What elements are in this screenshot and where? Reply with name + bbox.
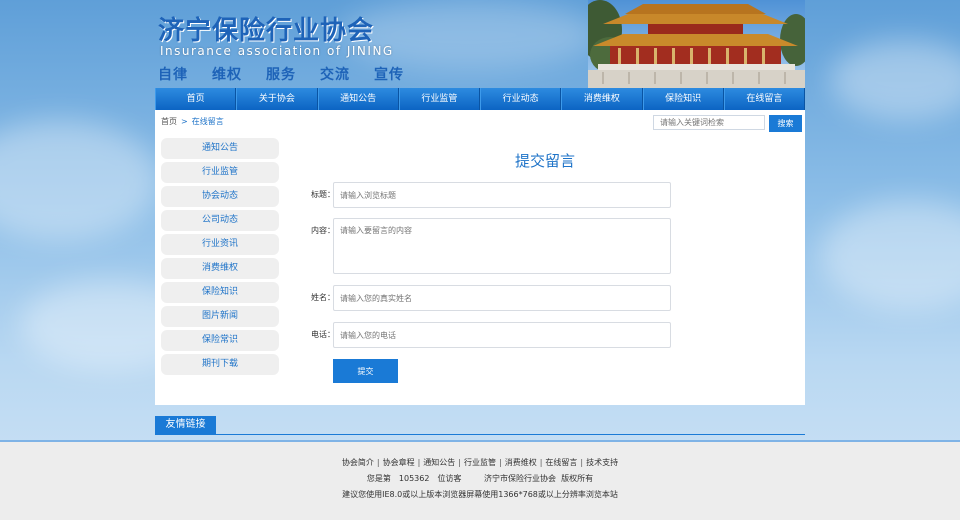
phone-label: 电话： (311, 330, 335, 339)
sidebar-item-notices[interactable]: 通知公告 (161, 138, 279, 159)
friendly-links-tab: 友情链接 (155, 416, 216, 434)
background-cloud (820, 200, 960, 310)
visitor-suffix: 位访客 (437, 474, 462, 483)
name-label: 姓名： (311, 293, 335, 302)
search-input[interactable] (653, 115, 765, 130)
footer-link-separator: | (539, 458, 543, 467)
footer-link-separator: | (376, 458, 380, 467)
content-field[interactable] (333, 218, 671, 274)
copyright: 济宁市保险行业协会 版权所有 (484, 474, 594, 483)
sidebar-item-consumer-rights[interactable]: 消费维权 (161, 258, 279, 279)
motto-item: 交流 (320, 67, 350, 83)
footer-link-charter[interactable]: 协会章程 (383, 458, 415, 467)
sidebar-item-company-news[interactable]: 公司动态 (161, 210, 279, 231)
nav-item-online-message[interactable]: 在线留言 (723, 88, 805, 110)
phone-field[interactable] (333, 322, 671, 348)
friendly-links-divider (155, 434, 805, 435)
title-field[interactable] (333, 182, 671, 208)
form-title: 提交留言 (514, 152, 575, 170)
breadcrumb-home-link[interactable]: 首页 (161, 116, 177, 127)
title-label: 标题： (311, 190, 335, 199)
footer-link-supervision[interactable]: 行业监管 (464, 458, 496, 467)
sidebar-item-journal-download[interactable]: 期刊下载 (161, 354, 279, 375)
footer-link-separator: | (458, 458, 461, 467)
sidebar: 通知公告 行业监管 协会动态 公司动态 行业资讯 消费维权 保险知识 图片新闻 … (161, 138, 279, 378)
background-cloud (0, 120, 160, 240)
footer-links: 协会简介 | 协会章程 | 通知公告 | 行业监管 | 消费维权 | 在线留言 | 技术支持 (0, 457, 960, 468)
content-label: 内容： (311, 226, 335, 235)
name-field[interactable] (333, 285, 671, 311)
background-cloud (340, 0, 600, 70)
sidebar-item-insurance-basics[interactable]: 保险常识 (161, 330, 279, 351)
sidebar-item-supervision[interactable]: 行业监管 (161, 162, 279, 183)
visitor-count: 105362 (398, 474, 430, 483)
sidebar-item-insurance-knowledge[interactable]: 保险知识 (161, 282, 279, 303)
sidebar-item-industry-info[interactable]: 行业资讯 (161, 234, 279, 255)
site-subtitle: Insurance association of JINING (160, 44, 394, 58)
content-panel: 首页 > 在线留言 搜索 通知公告 行业监管 协会动态 公司动态 行业资讯 消费… (155, 110, 805, 405)
footer-link-separator: | (417, 458, 421, 467)
nav-item-consumer-rights[interactable]: 消费维权 (561, 88, 643, 110)
footer-link-online-message[interactable]: 在线留言 (545, 458, 577, 467)
submit-button[interactable]: 提交 (333, 359, 398, 383)
breadcrumb-current: 在线留言 (191, 117, 224, 126)
footer-link-intro[interactable]: 协会简介 (342, 458, 374, 467)
search-button[interactable]: 搜索 (769, 115, 802, 132)
motto-item: 服务 (266, 67, 296, 83)
site-title: 济宁保险行业协会 (158, 16, 375, 46)
footer-link-consumer-rights[interactable]: 消费维权 (505, 458, 537, 467)
footer-link-separator: | (580, 458, 584, 467)
motto-item: 宣传 (374, 67, 404, 83)
sidebar-item-association-news[interactable]: 协会动态 (161, 186, 279, 207)
temple-banner-image (588, 0, 805, 88)
footer-stats: 您是第 105362 位访客 济宁市保险行业协会 版权所有 (0, 473, 960, 484)
nav-item-insurance-knowledge[interactable]: 保险知识 (642, 88, 724, 110)
footer-link-separator: | (499, 458, 502, 467)
browser-note: 建议您使用IE8.0或以上版本浏览器屏幕使用1366*768或以上分辨率浏览本站 (342, 490, 618, 499)
nav-item-about[interactable]: 关于协会 (236, 88, 318, 110)
footer: 协会简介 | 协会章程 | 通知公告 | 行业监管 | 消费维权 | 在线留言 | 技术支持 您是第 10… (0, 440, 960, 520)
background-cloud (830, 40, 960, 120)
motto-item: 自律 (158, 67, 188, 83)
breadcrumb: 首页 > 在线留言 (161, 116, 224, 127)
motto-item: 维权 (212, 67, 242, 83)
main-nav: 首页 关于协会 通知公告 行业监管 行业动态 消费维权 保险知识 在线留言 (155, 88, 805, 110)
nav-item-home[interactable]: 首页 (155, 88, 237, 110)
nav-item-notices[interactable]: 通知公告 (317, 88, 399, 110)
visitor-prefix: 您是第 (366, 474, 391, 483)
nav-item-news[interactable]: 行业动态 (480, 88, 562, 110)
sidebar-item-photo-news[interactable]: 图片新闻 (161, 306, 279, 327)
nav-item-supervision[interactable]: 行业监管 (398, 88, 480, 110)
footer-link-notices[interactable]: 通知公告 (423, 458, 455, 467)
breadcrumb-separator-icon: > (181, 117, 188, 126)
motto-row: 自律 维权 服务 交流 宣传 (158, 64, 404, 84)
footer-link-tech-support[interactable]: 技术支持 (586, 458, 618, 467)
